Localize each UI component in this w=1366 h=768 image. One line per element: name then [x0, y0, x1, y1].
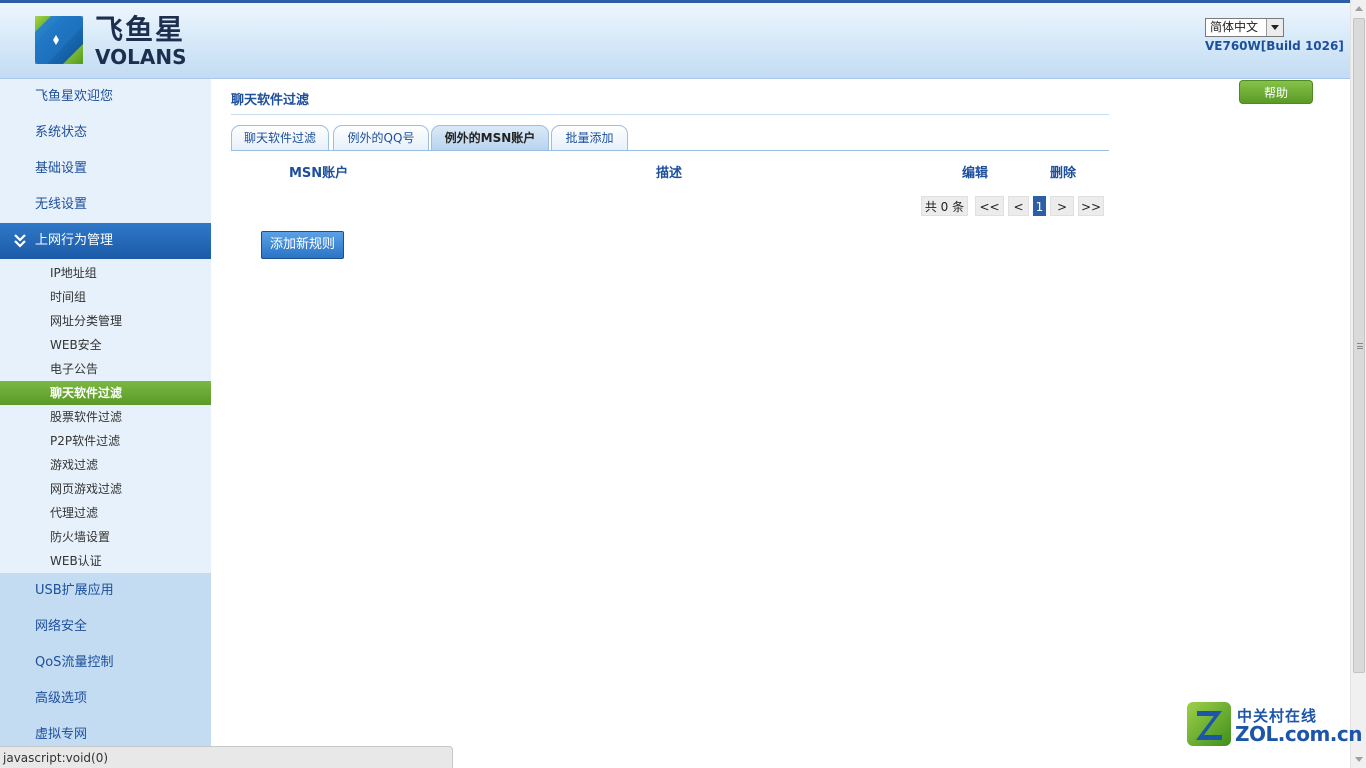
- sidebar-item-system-status[interactable]: 系统状态: [0, 115, 211, 151]
- pagination-current-page[interactable]: 1: [1033, 196, 1046, 216]
- pagination-next-button[interactable]: >: [1050, 196, 1074, 216]
- sidebar-item-qos[interactable]: QoS流量控制: [0, 645, 211, 681]
- column-header-description: 描述: [656, 166, 683, 181]
- scroll-up-icon[interactable]: [1351, 0, 1366, 17]
- sidebar-item-usb[interactable]: USB扩展应用: [0, 573, 211, 609]
- submenu-item-webgame-filter[interactable]: 网页游戏过滤: [0, 477, 211, 501]
- submenu-item-ip-group[interactable]: IP地址组: [0, 261, 211, 285]
- tab-exception-qq[interactable]: 例外的QQ号: [333, 125, 429, 151]
- header: 飞鱼星 VOLANS 简体中文 VE760W[Build 1026]: [0, 0, 1350, 79]
- vertical-scrollbar[interactable]: [1350, 0, 1366, 768]
- logo-en-text: VOLANS: [95, 45, 187, 69]
- scroll-down-icon[interactable]: [1351, 751, 1366, 768]
- submenu-item-web-auth[interactable]: WEB认证: [0, 549, 211, 573]
- submenu-item-game-filter[interactable]: 游戏过滤: [0, 453, 211, 477]
- logo-cn-text: 飞鱼星: [95, 13, 186, 46]
- submenu-item-chat-filter[interactable]: 聊天软件过滤: [0, 381, 211, 405]
- sidebar-item-network-security[interactable]: 网络安全: [0, 609, 211, 645]
- submenu-item-bulletin[interactable]: 电子公告: [0, 357, 211, 381]
- tab-batch-add[interactable]: 批量添加: [551, 125, 628, 151]
- title-divider: [231, 114, 1109, 115]
- column-header-msn-account: MSN账户: [289, 166, 349, 181]
- sidebar-submenu: IP地址组 时间组 网址分类管理 WEB安全 电子公告 聊天软件过滤 股票软件过…: [0, 259, 211, 573]
- language-select[interactable]: 简体中文: [1205, 18, 1284, 37]
- submenu-item-web-security[interactable]: WEB安全: [0, 333, 211, 357]
- firmware-version: VE760W[Build 1026]: [1205, 39, 1344, 53]
- pagination-total: 共 0 条: [921, 196, 968, 216]
- sidebar-item-label: 上网行为管理: [35, 233, 114, 248]
- double-chevron-down-icon: [14, 223, 26, 274]
- language-select-value: 简体中文: [1210, 20, 1259, 34]
- sidebar-item-welcome[interactable]: 飞鱼星欢迎您: [0, 79, 211, 115]
- scrollbar-thumb[interactable]: [1353, 18, 1365, 673]
- sidebar: 飞鱼星欢迎您 系统状态 基础设置 无线设置 上网行为管理 IP地址组 时间组 网…: [0, 79, 211, 768]
- pagination-prev-button[interactable]: <: [1008, 196, 1029, 216]
- add-rule-button[interactable]: 添加新规则: [261, 231, 344, 259]
- column-header-delete: 删除: [1050, 166, 1077, 181]
- sidebar-item-basic-settings[interactable]: 基础设置: [0, 151, 211, 187]
- sidebar-item-behavior-management[interactable]: 上网行为管理: [0, 223, 211, 259]
- tab-bar: 聊天软件过滤 例外的QQ号 例外的MSN账户 批量添加: [231, 125, 1109, 151]
- watermark-en-text: ZOL.com.cn: [1235, 722, 1362, 746]
- zol-watermark: 中关村在线 ZOL.com.cn: [1185, 700, 1362, 750]
- zol-logo-icon: [1187, 702, 1231, 746]
- chevron-down-icon[interactable]: [1266, 19, 1283, 36]
- main-content: 聊天软件过滤 帮助 聊天软件过滤 例外的QQ号 例外的MSN账户 批量添加 MS…: [211, 79, 1350, 768]
- submenu-item-url-category[interactable]: 网址分类管理: [0, 309, 211, 333]
- submenu-item-firewall[interactable]: 防火墙设置: [0, 525, 211, 549]
- sidebar-item-advanced[interactable]: 高级选项: [0, 681, 211, 717]
- browser-status-bar: javascript:void(0): [0, 746, 453, 768]
- pagination-first-button[interactable]: <<: [975, 196, 1004, 216]
- tab-chat-filter[interactable]: 聊天软件过滤: [231, 125, 329, 151]
- submenu-item-stock-filter[interactable]: 股票软件过滤: [0, 405, 211, 429]
- submenu-item-time-group[interactable]: 时间组: [0, 285, 211, 309]
- submenu-item-p2p-filter[interactable]: P2P软件过滤: [0, 429, 211, 453]
- volans-logo[interactable]: 飞鱼星 VOLANS: [33, 14, 193, 70]
- grip-icon: [1357, 343, 1363, 349]
- submenu-item-proxy-filter[interactable]: 代理过滤: [0, 501, 211, 525]
- tab-exception-msn[interactable]: 例外的MSN账户: [431, 125, 549, 151]
- page-title: 聊天软件过滤: [231, 93, 310, 108]
- pagination-last-button[interactable]: >>: [1078, 196, 1104, 216]
- column-header-edit: 编辑: [962, 166, 989, 181]
- sidebar-item-wireless-settings[interactable]: 无线设置: [0, 187, 211, 223]
- help-button[interactable]: 帮助: [1239, 80, 1313, 104]
- volans-logo-icon: [35, 16, 83, 64]
